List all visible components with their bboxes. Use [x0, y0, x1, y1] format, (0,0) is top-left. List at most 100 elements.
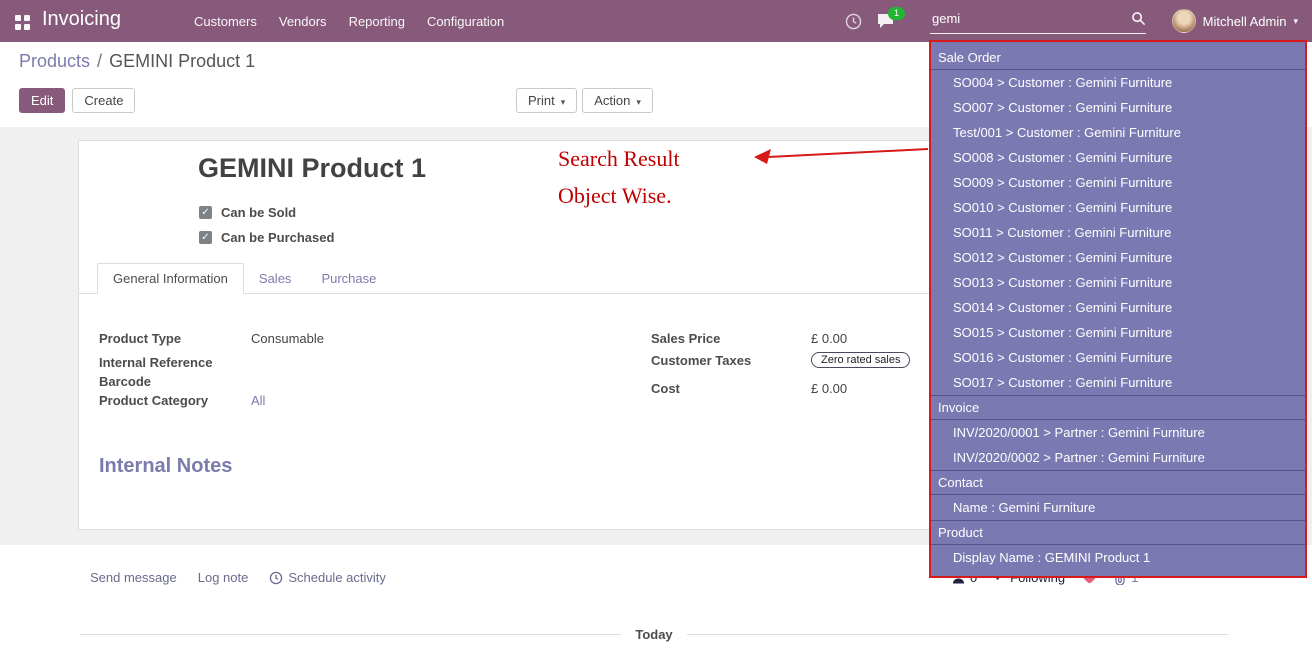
search-result-item[interactable]: SO010 > Customer : Gemini Furniture [931, 195, 1305, 220]
messages-icon[interactable]: 1 [877, 13, 896, 29]
search-icon[interactable] [1131, 11, 1146, 29]
edit-button[interactable]: Edit [19, 88, 65, 113]
today-label: Today [635, 627, 672, 642]
menu-item-reporting[interactable]: Reporting [349, 14, 405, 29]
top-navbar: Invoicing Customers Vendors Reporting Co… [0, 0, 1312, 42]
search-input[interactable] [930, 11, 1131, 29]
result-group-header: Product [931, 520, 1305, 545]
breadcrumb-products-link[interactable]: Products [19, 51, 90, 71]
divider-line [687, 634, 1228, 635]
field-label: Product Category [99, 393, 251, 408]
caret-down-icon: ▾ [1293, 16, 1298, 27]
user-name: Mitchell Admin [1203, 14, 1287, 29]
schedule-activity-link[interactable]: Schedule activity [269, 570, 386, 585]
search-result-item[interactable]: SO016 > Customer : Gemini Furniture [931, 345, 1305, 370]
breadcrumb: Products / GEMINI Product 1 [19, 51, 255, 72]
result-group-header: Contact [931, 470, 1305, 495]
result-group-invoice: Invoice INV/2020/0001 > Partner : Gemini… [931, 395, 1305, 470]
search-result-item[interactable]: SO007 > Customer : Gemini Furniture [931, 95, 1305, 120]
search-result-item[interactable]: SO009 > Customer : Gemini Furniture [931, 170, 1305, 195]
user-menu[interactable]: Mitchell Admin ▾ [1172, 0, 1298, 42]
annotation-line-1: Search Result [558, 146, 680, 172]
search-result-item[interactable]: SO004 > Customer : Gemini Furniture [931, 70, 1305, 95]
field-customer-taxes: Customer Taxes Zero rated sales [651, 352, 910, 368]
search-result-item[interactable]: SO011 > Customer : Gemini Furniture [931, 220, 1305, 245]
app-title[interactable]: Invoicing [42, 8, 121, 31]
field-value: £ 0.00 [811, 331, 847, 346]
print-label: Print [528, 93, 555, 108]
search-result-item[interactable]: SO014 > Customer : Gemini Furniture [931, 295, 1305, 320]
search-result-item[interactable]: SO008 > Customer : Gemini Furniture [931, 145, 1305, 170]
result-group-header: Invoice [931, 395, 1305, 420]
field-label: Internal Reference [99, 355, 251, 370]
chatter-actions: Send message Log note Schedule activity [90, 570, 386, 585]
log-note-link[interactable]: Log note [198, 570, 249, 585]
search-result-item[interactable]: INV/2020/0002 > Partner : Gemini Furnitu… [931, 445, 1305, 470]
product-category-link[interactable]: All [251, 393, 265, 408]
field-value: Consumable [251, 331, 324, 346]
breadcrumb-separator: / [97, 51, 102, 71]
main-menu: Customers Vendors Reporting Configuratio… [194, 0, 504, 42]
create-button[interactable]: Create [72, 88, 135, 113]
menu-item-vendors[interactable]: Vendors [279, 14, 327, 29]
form-buttons: Edit Create [19, 88, 135, 113]
field-label: Sales Price [651, 331, 811, 346]
annotation-arrow [752, 140, 932, 168]
field-product-category: Product Category All [99, 393, 265, 408]
print-button[interactable]: Print ▾ [516, 88, 577, 113]
divider-line [80, 634, 621, 635]
schedule-clock-icon [269, 571, 283, 585]
search-result-item[interactable]: SO012 > Customer : Gemini Furniture [931, 245, 1305, 270]
schedule-activity-label: Schedule activity [288, 570, 386, 585]
field-cost: Cost £ 0.00 [651, 381, 847, 396]
tab-general-information[interactable]: General Information [97, 263, 244, 294]
checkbox-checked-icon: ✓ [199, 231, 212, 244]
field-value: £ 0.00 [811, 381, 847, 396]
field-product-type: Product Type Consumable [99, 331, 324, 346]
checkbox-can-be-sold[interactable]: ✓ Can be Sold [199, 205, 296, 220]
action-button[interactable]: Action ▾ [582, 88, 653, 113]
checkbox-can-be-purchased[interactable]: ✓ Can be Purchased [199, 230, 334, 245]
breadcrumb-current: GEMINI Product 1 [109, 51, 255, 71]
search-result-item[interactable]: SO013 > Customer : Gemini Furniture [931, 270, 1305, 295]
tab-sales[interactable]: Sales [244, 264, 307, 293]
product-title: GEMINI Product 1 [198, 153, 426, 184]
search-result-item[interactable]: Display Name : GEMINI Product 1 [931, 545, 1305, 570]
search-result-item[interactable]: SO015 > Customer : Gemini Furniture [931, 320, 1305, 345]
result-group-header: Sale Order [931, 46, 1305, 70]
activities-clock-icon[interactable] [845, 13, 862, 30]
internal-notes-heading: Internal Notes [99, 455, 232, 478]
send-message-link[interactable]: Send message [90, 570, 177, 585]
avatar [1172, 9, 1196, 33]
message-count-badge: 1 [888, 7, 905, 20]
tax-tag: Zero rated sales [811, 352, 910, 368]
apps-grid-icon[interactable] [15, 15, 21, 21]
action-buttons: Print ▾ Action ▾ [516, 88, 653, 113]
field-internal-reference: Internal Reference [99, 355, 251, 370]
caret-down-icon: ▾ [636, 97, 641, 107]
field-label: Product Type [99, 331, 251, 346]
action-label: Action [594, 93, 630, 108]
checkbox-label: Can be Sold [221, 205, 296, 220]
menu-item-configuration[interactable]: Configuration [427, 14, 504, 29]
field-sales-price: Sales Price £ 0.00 [651, 331, 847, 346]
annotation-text: Search Result Object Wise. [558, 146, 680, 220]
search-result-item[interactable]: INV/2020/0001 > Partner : Gemini Furnitu… [931, 420, 1305, 445]
search-result-item[interactable]: SO017 > Customer : Gemini Furniture [931, 370, 1305, 395]
checkbox-label: Can be Purchased [221, 230, 334, 245]
field-label: Customer Taxes [651, 353, 811, 368]
field-label: Barcode [99, 374, 251, 389]
field-label: Cost [651, 381, 811, 396]
result-group-contact: Contact Name : Gemini Furniture [931, 470, 1305, 520]
navbar-search [930, 6, 1146, 34]
caret-down-icon: ▾ [561, 97, 566, 107]
result-group-product: Product Display Name : GEMINI Product 1 [931, 520, 1305, 570]
search-result-item[interactable]: Test/001 > Customer : Gemini Furniture [931, 120, 1305, 145]
today-divider: Today [80, 627, 1228, 642]
menu-item-customers[interactable]: Customers [194, 14, 257, 29]
search-result-item[interactable]: Name : Gemini Furniture [931, 495, 1305, 520]
field-barcode: Barcode [99, 374, 251, 389]
annotation-line-2: Object Wise. [558, 183, 680, 209]
tab-purchase[interactable]: Purchase [306, 264, 391, 293]
result-group-sale-order: Sale Order SO004 > Customer : Gemini Fur… [931, 46, 1305, 395]
